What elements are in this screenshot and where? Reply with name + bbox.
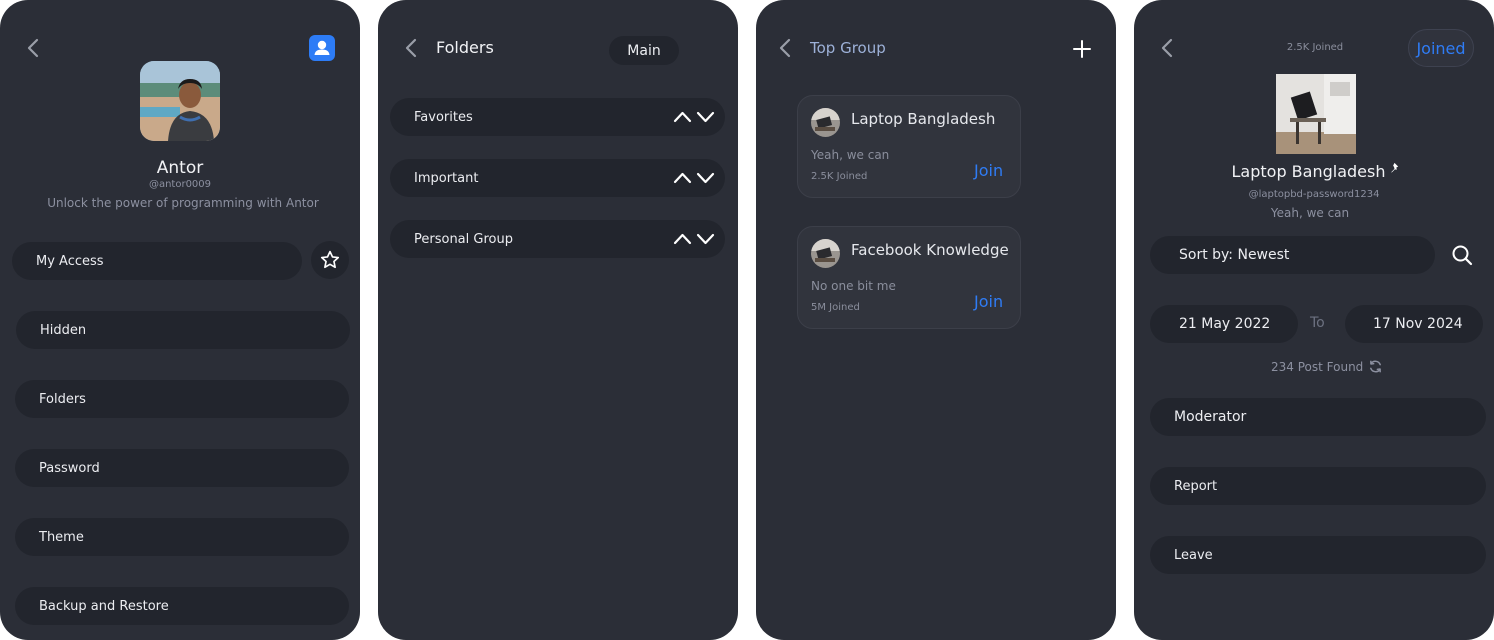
action-label: Report [1174, 478, 1218, 494]
pin-icon [1391, 162, 1399, 173]
group-title: Laptop Bangladesh [1134, 162, 1494, 181]
date-to-value: 17 Nov 2024 [1373, 316, 1463, 332]
folder-label: Favorites [414, 109, 473, 125]
chevron-down-icon[interactable] [696, 107, 715, 127]
page-title: Folders [436, 38, 494, 57]
menu-item-hidden[interactable]: Hidden [16, 311, 350, 349]
top-group-screen: Top Group Laptop Bangladesh Yeah, we can… [756, 0, 1116, 640]
group-description: Yeah, we can [811, 148, 890, 162]
group-name: Laptop Bangladesh [851, 110, 996, 128]
my-access-label: My Access [36, 253, 104, 269]
chevron-up-icon[interactable] [673, 168, 692, 188]
group-handle: @laptopbd-password1234 [1248, 189, 1380, 200]
date-to-label: To [1310, 315, 1325, 331]
group-joined-count: 5M Joined [811, 302, 860, 313]
chevron-up-icon[interactable] [673, 107, 692, 127]
screens-canvas: Antor @antor0009 Unlock the power of pro… [0, 0, 1494, 640]
group-joined-count: 2.5K Joined [1286, 42, 1344, 53]
date-from-value: 21 May 2022 [1179, 316, 1271, 332]
group-name: Laptop Bangladesh [1231, 162, 1386, 181]
back-arrow-icon[interactable] [1156, 37, 1178, 59]
join-button[interactable]: Join [974, 161, 1003, 180]
star-icon [320, 250, 340, 269]
leave-button[interactable]: Leave [1150, 536, 1486, 574]
chevron-down-icon[interactable] [696, 168, 715, 188]
plus-icon[interactable] [1072, 39, 1092, 59]
folder-label: Personal Group [414, 231, 513, 247]
chevron-down-icon[interactable] [696, 229, 715, 249]
profile-name: Antor [156, 158, 204, 178]
back-arrow-icon[interactable] [774, 37, 796, 59]
moderator-button[interactable]: Moderator [1150, 398, 1486, 436]
group-avatar [811, 239, 840, 268]
folder-item-important[interactable]: Important [390, 159, 725, 197]
sort-label: Sort by: Newest [1179, 247, 1290, 263]
avatar [140, 61, 220, 141]
search-icon[interactable] [1451, 244, 1473, 266]
join-button[interactable]: Join [974, 292, 1003, 311]
menu-item-label: Hidden [40, 322, 87, 338]
refresh-icon[interactable] [1368, 359, 1383, 374]
folders-screen: Folders Main Favorites Important Persona… [378, 0, 738, 640]
menu-item-backup-restore[interactable]: Backup and Restore [15, 587, 349, 625]
posts-found: 234 Post Found [1271, 359, 1383, 374]
report-button[interactable]: Report [1150, 467, 1486, 505]
posts-found-label: 234 Post Found [1271, 359, 1364, 374]
date-from-field[interactable]: 21 May 2022 [1150, 305, 1298, 343]
user-icon[interactable] [309, 35, 335, 61]
menu-item-theme[interactable]: Theme [15, 518, 349, 556]
menu-item-label: Theme [39, 529, 84, 545]
profile-handle: @antor0009 [148, 179, 212, 190]
date-to-field[interactable]: 17 Nov 2024 [1345, 305, 1483, 343]
page-title: Top Group [810, 39, 886, 57]
main-chip[interactable]: Main [609, 36, 679, 65]
group-description: No one bit me [811, 279, 896, 293]
group-card[interactable]: Facebook Knowledge No one bit me 5M Join… [797, 226, 1021, 329]
joined-button[interactable]: Joined [1408, 29, 1474, 67]
group-detail-screen: 2.5K Joined Joined Laptop Bangladesh @la… [1134, 0, 1494, 640]
menu-item-folders[interactable]: Folders [15, 380, 349, 418]
sort-dropdown[interactable]: Sort by: Newest [1150, 236, 1435, 274]
group-joined-count: 2.5K Joined [811, 171, 868, 182]
action-label: Leave [1174, 547, 1213, 563]
group-avatar [811, 108, 840, 137]
menu-item-password[interactable]: Password [15, 449, 349, 487]
group-name: Facebook Knowledge [851, 241, 1009, 259]
menu-item-label: Folders [39, 391, 86, 407]
group-image [1276, 74, 1356, 154]
profile-screen: Antor @antor0009 Unlock the power of pro… [0, 0, 360, 640]
group-description: Yeah, we can [1270, 206, 1350, 220]
menu-item-label: Password [39, 460, 100, 476]
folder-label: Important [414, 170, 479, 186]
star-button[interactable] [311, 241, 349, 279]
back-arrow-icon[interactable] [22, 37, 44, 59]
folder-item-personal-group[interactable]: Personal Group [390, 220, 725, 258]
profile-tagline: Unlock the power of programming with Ant… [47, 196, 319, 210]
folder-item-favorites[interactable]: Favorites [390, 98, 725, 136]
chevron-up-icon[interactable] [673, 229, 692, 249]
action-label: Moderator [1174, 409, 1247, 425]
group-card[interactable]: Laptop Bangladesh Yeah, we can 2.5K Join… [797, 95, 1021, 198]
menu-item-label: Backup and Restore [39, 598, 169, 614]
back-arrow-icon[interactable] [400, 37, 422, 59]
my-access-button[interactable]: My Access [12, 242, 302, 280]
